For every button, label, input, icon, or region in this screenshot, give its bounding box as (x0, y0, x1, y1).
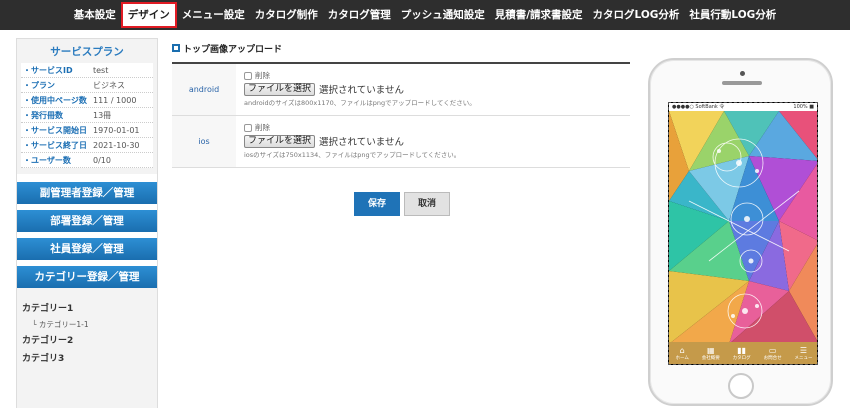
employee-register-button[interactable]: 社員登録／管理 (17, 238, 157, 260)
file-status: 選択されていません (319, 85, 404, 96)
upload-row-ios: ios 削除 ファイルを選択 選択されていません iosのサイズは750x1134… (172, 116, 630, 168)
nav-item-catalog-management[interactable]: カタログ管理 (323, 2, 396, 28)
plan-value: test (93, 66, 109, 75)
tab-label: お問合せ (763, 355, 782, 361)
choose-file-button[interactable]: ファイルを選択 (244, 82, 316, 96)
plan-key: ・ユーザー数 (23, 156, 71, 165)
top-image-preview (669, 111, 817, 344)
department-register-button[interactable]: 部署登録／管理 (17, 210, 157, 232)
building-icon: ▦ (706, 345, 715, 355)
action-buttons: 保存 取消 (172, 192, 632, 216)
delete-checkbox[interactable] (244, 123, 252, 132)
phone-speaker (722, 81, 762, 85)
square-bullet-icon (172, 44, 180, 52)
top-navigation: 基本設定 デザイン メニュー設定 カタログ制作 カタログ管理 プッシュ通知設定 … (0, 0, 850, 30)
delete-label: 削除 (255, 123, 270, 132)
plan-row: ・サービスID test (21, 63, 153, 78)
tab-label: カタログ (732, 355, 751, 361)
plan-value: 0/10 (93, 156, 111, 165)
delete-option[interactable]: 削除 (244, 122, 622, 133)
phone-tab-catalog[interactable]: ▮▮ カタログ (733, 346, 751, 361)
nav-item-employee-log[interactable]: 社員行動LOG分析 (684, 2, 781, 28)
home-icon: ⌂ (679, 345, 685, 355)
tab-label: メニュー (794, 355, 813, 361)
book-icon: ▮▮ (737, 345, 747, 355)
category-item[interactable]: カテゴリ3 (22, 350, 152, 368)
delete-option[interactable]: 削除 (244, 70, 622, 81)
section-title-text: トップ画像アップロード (183, 44, 283, 55)
phone-home-button (728, 373, 754, 399)
choose-file-button[interactable]: ファイルを選択 (244, 134, 316, 148)
plan-row: ・サービス開始日 1970-01-01 (21, 123, 153, 138)
nav-item-catalog-production[interactable]: カタログ制作 (250, 2, 323, 28)
service-plan-box: サービスプラン ・サービスID test ・プラン ビジネス ・使用中ページ数 111… (17, 39, 157, 174)
plan-key: ・使用中ページ数 (23, 96, 87, 105)
upload-table: android 削除 ファイルを選択 選択されていません androidのサイズは… (172, 62, 630, 168)
file-input: ファイルを選択 選択されていません (244, 82, 622, 96)
service-plan-title: サービスプラン (50, 46, 124, 58)
plan-key: ・サービス開始日 (23, 126, 87, 135)
phone-preview: ●●●●○ SoftBank 令 100% ■ ⌂ ホーム ▦ 会社概要 ▮▮ … (648, 58, 833, 406)
category-register-button[interactable]: カテゴリー登録／管理 (17, 266, 157, 288)
plan-value: 1970-01-01 (93, 126, 140, 135)
phone-tab-contact[interactable]: ▭ お問合せ (764, 346, 782, 361)
category-item[interactable]: カテゴリー2 (22, 332, 152, 350)
upload-row-android: android 削除 ファイルを選択 選択されていません androidのサイズは… (172, 64, 630, 116)
nav-item-basic-settings[interactable]: 基本設定 (69, 2, 121, 28)
upload-hint: androidのサイズは800x1170、ファイルはpngでアップロードしてくだ… (244, 99, 476, 107)
tab-label: ホーム (675, 355, 689, 361)
phone-tab-home[interactable]: ⌂ ホーム (675, 346, 688, 361)
phone-tab-menu[interactable]: ☰ メニュー (795, 346, 813, 361)
upload-field: 削除 ファイルを選択 選択されていません androidのサイズは800x1170… (236, 64, 630, 115)
plan-key: ・サービス終了日 (23, 141, 87, 150)
platform-label: ios (172, 116, 236, 167)
delete-label: 削除 (255, 71, 270, 80)
nav-item-menu-settings[interactable]: メニュー設定 (177, 2, 250, 28)
file-status: 選択されていません (319, 137, 404, 148)
file-input: ファイルを選択 選択されていません (244, 134, 622, 148)
cancel-button[interactable]: 取消 (404, 192, 450, 216)
mail-icon: ▭ (768, 345, 777, 355)
category-item[interactable]: カテゴリー1 (22, 300, 152, 318)
nav-item-push-settings[interactable]: プッシュ通知設定 (396, 2, 490, 28)
upload-field: 削除 ファイルを選択 選択されていません iosのサイズは750x1134、ファイ… (236, 116, 630, 167)
plan-value: 111 / 1000 (93, 96, 137, 105)
battery-text: 100% ■ (793, 104, 814, 110)
nav-item-design[interactable]: デザイン (120, 2, 177, 28)
plan-row: ・サービス終了日 2021-10-30 (21, 138, 153, 153)
nav-item-invoice-settings[interactable]: 見積書/請求書設定 (490, 2, 588, 28)
tab-label: 会社概要 (701, 355, 720, 361)
phone-tab-company[interactable]: ▦ 会社概要 (702, 346, 720, 361)
plan-row: ・プラン ビジネス (21, 78, 153, 93)
plan-value: 2021-10-30 (93, 141, 140, 150)
plan-row: ・使用中ページ数 111 / 1000 (21, 93, 153, 108)
subcategory-item[interactable]: └ カテゴリー1-1 (22, 318, 152, 332)
phone-status-bar: ●●●●○ SoftBank 令 100% ■ (669, 103, 817, 111)
platform-label: android (172, 64, 236, 115)
plan-key: ・発行冊数 (23, 111, 63, 120)
plan-value: ビジネス (93, 81, 125, 90)
sub-admin-register-button[interactable]: 副管理者登録／管理 (17, 182, 157, 204)
phone-tab-bar: ⌂ ホーム ▦ 会社概要 ▮▮ カタログ ▭ お問合せ ☰ メニュー (669, 342, 817, 364)
plan-key: ・サービスID (23, 66, 73, 75)
upload-hint: iosのサイズは750x1134、ファイルはpngでアップロードしてください。 (244, 151, 461, 159)
plan-value: 13冊 (93, 111, 112, 120)
section-title: トップ画像アップロード (172, 40, 632, 56)
main-content: トップ画像アップロード android 削除 ファイルを選択 選択されていません … (172, 40, 632, 216)
plan-key: ・プラン (23, 81, 55, 90)
phone-camera (740, 71, 745, 76)
plan-row: ・発行冊数 13冊 (21, 108, 153, 123)
phone-screen: ●●●●○ SoftBank 令 100% ■ ⌂ ホーム ▦ 会社概要 ▮▮ … (668, 102, 818, 365)
menu-icon: ☰ (799, 345, 808, 355)
category-list: カテゴリー1 └ カテゴリー1-1 カテゴリー2 カテゴリ3 (17, 294, 157, 408)
carrier-text: ●●●●○ SoftBank 令 (672, 104, 725, 110)
sidebar: サービスプラン ・サービスID test ・プラン ビジネス ・使用中ページ数 111… (16, 38, 158, 408)
save-button[interactable]: 保存 (354, 192, 400, 216)
plan-row: ・ユーザー数 0/10 (21, 153, 153, 168)
sidebar-button-group: 副管理者登録／管理 部署登録／管理 社員登録／管理 カテゴリー登録／管理 (17, 174, 157, 288)
nav-item-catalog-log[interactable]: カタログLOG分析 (588, 2, 685, 28)
delete-checkbox[interactable] (244, 71, 252, 80)
